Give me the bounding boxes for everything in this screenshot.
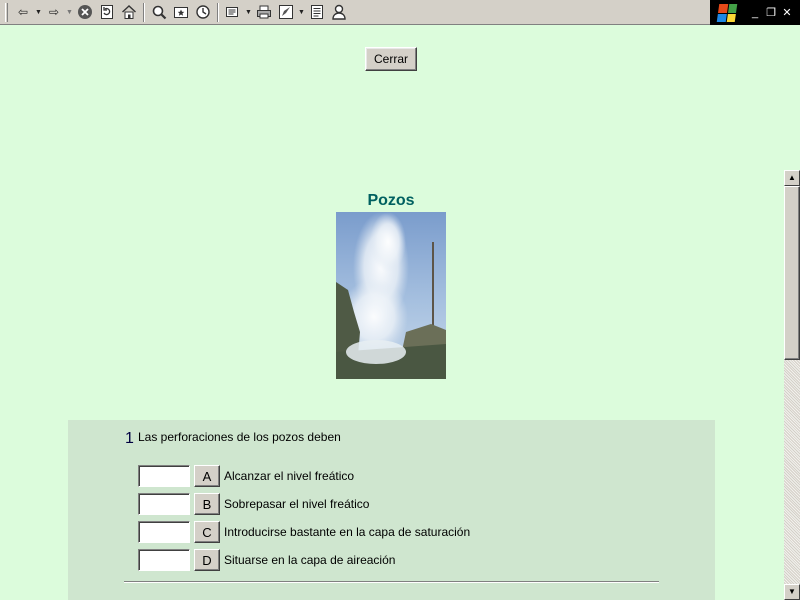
history-icon xyxy=(195,4,211,20)
toolbar-separator xyxy=(143,2,145,22)
window-controls: _ ❐ ✕ xyxy=(710,0,800,25)
browser-toolbar: ⇦ ▼ ⇨ ▼ ▼ ▼ xyxy=(0,0,710,25)
back-button[interactable]: ⇦ xyxy=(12,1,34,23)
geyser-image xyxy=(336,212,446,379)
minimize-button[interactable]: _ xyxy=(748,6,762,20)
refresh-icon xyxy=(99,4,115,20)
toolbar-separator xyxy=(217,2,219,22)
forward-dropdown[interactable]: ▼ xyxy=(65,1,74,23)
back-dropdown[interactable]: ▼ xyxy=(34,1,43,23)
stop-icon xyxy=(77,4,93,20)
print-icon xyxy=(256,4,272,20)
option-button-c[interactable]: C xyxy=(194,521,220,543)
favorites-button[interactable] xyxy=(170,1,192,23)
back-icon: ⇦ xyxy=(17,5,29,19)
close-window-button[interactable]: ✕ xyxy=(780,6,794,20)
mail-icon xyxy=(225,4,241,20)
print-button[interactable] xyxy=(253,1,275,23)
answer-input-d[interactable] xyxy=(138,549,190,571)
question-panel: 1 Las perforaciones de los pozos deben A… xyxy=(68,420,715,600)
close-button[interactable]: Cerrar xyxy=(365,47,417,71)
answer-input-a[interactable] xyxy=(138,465,190,487)
option-label-d: Situarse en la capa de aireación xyxy=(224,553,396,567)
edit-button[interactable] xyxy=(275,1,297,23)
stop-button[interactable] xyxy=(74,1,96,23)
search-button[interactable] xyxy=(148,1,170,23)
edit-icon xyxy=(278,4,294,20)
answer-option-c: C Introducirse bastante en la capa de sa… xyxy=(138,521,470,543)
history-button[interactable] xyxy=(192,1,214,23)
option-button-a[interactable]: A xyxy=(194,465,220,487)
answer-input-c[interactable] xyxy=(138,521,190,543)
mail-button[interactable] xyxy=(222,1,244,23)
question-text: Las perforaciones de los pozos deben xyxy=(138,430,341,444)
option-label-c: Introducirse bastante en la capa de satu… xyxy=(224,525,471,539)
page-title: Pozos xyxy=(367,192,415,209)
scroll-thumb[interactable] xyxy=(784,186,800,360)
forward-icon: ⇨ xyxy=(48,5,60,19)
forward-button[interactable]: ⇨ xyxy=(43,1,65,23)
vertical-scrollbar[interactable]: ▲ ▼ xyxy=(784,170,800,600)
question-divider xyxy=(124,581,659,583)
edit-dropdown[interactable]: ▼ xyxy=(297,1,306,23)
answer-input-b[interactable] xyxy=(138,493,190,515)
home-button[interactable] xyxy=(118,1,140,23)
refresh-button[interactable] xyxy=(96,1,118,23)
windows-logo-icon xyxy=(716,3,738,22)
option-button-b[interactable]: B xyxy=(194,493,220,515)
answer-option-d: D Situarse en la capa de aireación xyxy=(138,549,395,571)
favorites-icon xyxy=(173,4,189,20)
scroll-down-button[interactable]: ▼ xyxy=(784,584,800,600)
option-button-d[interactable]: D xyxy=(194,549,220,571)
messenger-icon xyxy=(331,4,347,20)
discuss-button[interactable] xyxy=(306,1,328,23)
discuss-icon xyxy=(309,4,325,20)
messenger-button[interactable] xyxy=(328,1,350,23)
toolbar-grip[interactable] xyxy=(5,2,8,22)
option-label-a: Alcanzar el nivel freático xyxy=(224,469,355,483)
answer-option-b: B Sobrepasar el nivel freático xyxy=(138,493,369,515)
scroll-up-button[interactable]: ▲ xyxy=(784,170,800,186)
option-label-b: Sobrepasar el nivel freático xyxy=(224,497,370,511)
answer-option-a: A Alcanzar el nivel freático xyxy=(138,465,354,487)
restore-button[interactable]: ❐ xyxy=(764,6,778,20)
search-icon xyxy=(151,4,167,20)
question-number: 1 xyxy=(125,430,134,447)
mail-dropdown[interactable]: ▼ xyxy=(244,1,253,23)
home-icon xyxy=(121,4,137,20)
